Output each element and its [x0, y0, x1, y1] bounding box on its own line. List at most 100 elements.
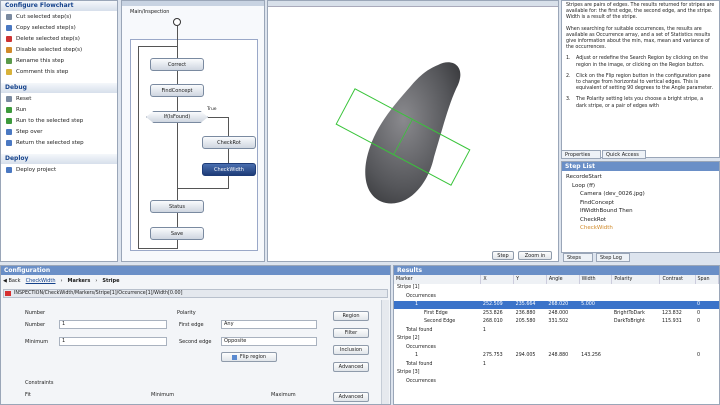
table-cell: [695, 343, 719, 352]
table-row[interactable]: Stripe [1]: [394, 284, 719, 293]
table-cell: [546, 369, 579, 378]
action-label: Step over: [16, 128, 43, 135]
step-over-action[interactable]: Step over: [1, 126, 117, 137]
breadcrumb-markers[interactable]: Markers: [68, 278, 91, 284]
comment-action[interactable]: Comment this step: [1, 66, 117, 77]
inclusion-button[interactable]: Inclusion: [333, 345, 369, 355]
image-view[interactable]: Step Zoom in: [267, 0, 559, 262]
results-column-header[interactable]: Width: [579, 275, 613, 284]
results-column-header[interactable]: Marker: [394, 275, 482, 284]
deploy-list: Deploy project: [1, 164, 117, 175]
advanced-button[interactable]: Advanced: [333, 362, 369, 372]
step-correct[interactable]: Correct: [150, 58, 204, 71]
zoom-in-button[interactable]: Zoom in: [518, 251, 552, 260]
table-row[interactable]: Occurrences: [394, 292, 719, 301]
table-cell: DarkToBright: [613, 319, 645, 325]
table-cell: [546, 292, 579, 301]
table-cell: 143.256: [581, 353, 601, 359]
step-if-found[interactable]: If(IsFound): [146, 111, 208, 123]
step-find-concept[interactable]: FindConcept: [150, 84, 204, 97]
tab-step-log[interactable]: Step Log: [596, 253, 630, 262]
scissors-action[interactable]: Cut selected step(s): [1, 11, 117, 22]
rename-action[interactable]: Rename this step: [1, 55, 117, 66]
config-scrollbar[interactable]: [381, 300, 389, 404]
step-check-width[interactable]: CheckWidth: [202, 163, 256, 176]
second-edge-select[interactable]: Opposite: [221, 337, 317, 346]
step-list-item[interactable]: RecordeStart: [566, 173, 715, 182]
tab-quick-access[interactable]: Quick Access: [602, 150, 646, 159]
step-check-rot[interactable]: CheckRot: [202, 136, 256, 149]
step-status[interactable]: Status: [150, 200, 204, 213]
table-cell: [612, 343, 660, 352]
breadcrumb-stripe[interactable]: Stripe: [102, 278, 119, 284]
reset-action[interactable]: Reset: [1, 93, 117, 104]
table-row[interactable]: Second Edge 268.010 205.580 331.502 DarkToBr…: [394, 318, 719, 327]
step-list-item[interactable]: CheckWidth: [566, 224, 715, 233]
table-row[interactable]: Occurrences: [394, 377, 719, 386]
advanced-button-2[interactable]: Advanced: [333, 392, 369, 402]
help-list-text: Click on the Flip region button in the c…: [576, 73, 713, 92]
number-input[interactable]: 1: [59, 320, 167, 329]
results-column-header[interactable]: Angle: [546, 275, 580, 284]
table-cell: [481, 343, 514, 352]
step-list-item[interactable]: IfWidthBound Then: [566, 207, 715, 216]
comment-icon: [6, 68, 12, 75]
step-button[interactable]: Step: [492, 251, 514, 260]
action-label: Disable selected step(s): [16, 46, 83, 53]
filter-button[interactable]: Filter: [333, 328, 369, 338]
play-action[interactable]: Run: [1, 104, 117, 115]
number-group-label: Number: [25, 310, 46, 316]
table-cell: 0: [697, 319, 701, 325]
table-row[interactable]: 1 275.753 294.005 248.880 143.256 0: [394, 352, 719, 361]
region-button[interactable]: Region: [333, 311, 369, 321]
first-edge-select[interactable]: Any: [221, 320, 317, 329]
table-cell: [695, 377, 719, 386]
delete-action[interactable]: Delete selected step(s): [1, 33, 117, 44]
table-cell: [514, 377, 547, 386]
table-row[interactable]: Total found 1: [394, 326, 719, 335]
table-cell: [546, 343, 579, 352]
table-cell: [514, 292, 547, 301]
step-save[interactable]: Save: [150, 227, 204, 240]
table-row[interactable]: Total found 1: [394, 360, 719, 369]
step-list-item[interactable]: CheckRot: [566, 216, 715, 225]
table-row[interactable]: Occurrences: [394, 343, 719, 352]
results-column-header[interactable]: Contrast: [659, 275, 696, 284]
copy-action[interactable]: Copy selected step(s): [1, 22, 117, 33]
results-column-header[interactable]: Span: [695, 275, 719, 284]
config-nav: ◀ Back CheckWidth › Markers › Stripe: [3, 278, 120, 284]
configuration-panel: Configuration ◀ Back CheckWidth › Markers…: [0, 265, 391, 405]
flip-region-button[interactable]: Flip region: [221, 352, 277, 362]
table-cell: Occurrences: [406, 293, 436, 299]
inspection-image[interactable]: [268, 7, 558, 251]
breadcrumb-checkwidth[interactable]: CheckWidth: [26, 278, 56, 284]
tab-steps[interactable]: Steps: [563, 253, 593, 262]
back-button[interactable]: ◀ Back: [3, 278, 21, 284]
table-row[interactable]: Stripe [3]: [394, 369, 719, 378]
minimum-input[interactable]: 1: [59, 337, 167, 346]
table-cell: First Edge: [424, 310, 448, 316]
step-list-item[interactable]: Loop (ff): [566, 182, 715, 191]
table-cell: 248.880: [548, 353, 569, 359]
table-cell: 5.000: [579, 300, 612, 309]
help-list: 1. Adjust or redefine the Search Region b…: [566, 56, 715, 109]
tab-properties[interactable]: Properties: [561, 150, 601, 159]
table-cell: Occurrences: [406, 344, 436, 350]
step-list-item[interactable]: FindConcept: [566, 199, 715, 208]
deploy-action[interactable]: Deploy project: [1, 164, 117, 175]
delete-icon: [6, 35, 12, 42]
results-column-header[interactable]: Y: [513, 275, 547, 284]
table-row[interactable]: Stripe [2]: [394, 335, 719, 344]
run-to-action[interactable]: Run to the selected step: [1, 115, 117, 126]
results-column-header[interactable]: Polarity: [611, 275, 661, 284]
results-column-header[interactable]: X: [480, 275, 515, 284]
step-list-item[interactable]: Camera (dev_0026.jpg): [566, 190, 715, 199]
return-action[interactable]: Return the selected step: [1, 137, 117, 148]
start-node[interactable]: [173, 18, 181, 26]
table-row[interactable]: First Edge 253.826 236.880 248.000 BrightToD…: [394, 309, 719, 318]
help-panel: Stripes are pairs of edges. The results …: [561, 0, 720, 158]
table-cell: [612, 360, 660, 369]
disable-action[interactable]: Disable selected step(s): [1, 44, 117, 55]
table-row[interactable]: 1 252.509 235.664 268.020 5.000 0: [394, 300, 719, 309]
play-icon: [6, 106, 12, 113]
